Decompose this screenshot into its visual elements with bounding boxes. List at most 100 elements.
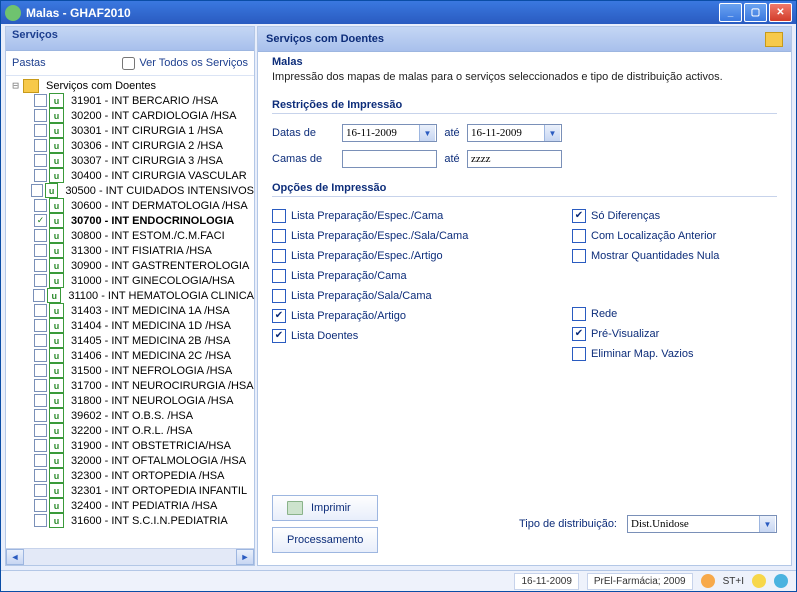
tree-item-checkbox[interactable]: [33, 289, 45, 302]
tree-item-checkbox[interactable]: [34, 154, 47, 167]
document-icon: u: [49, 378, 64, 393]
pastas-label: Pastas: [12, 57, 122, 69]
option-checkbox[interactable]: Mostrar Quantidades Nula: [572, 249, 772, 263]
tree-item[interactable]: u31700 - INT NEUROCIRURGIA /HSA: [10, 378, 254, 393]
tree-item[interactable]: u31600 - INT S.C.I.N.PEDIATRIA: [10, 513, 254, 528]
option-checkbox[interactable]: Eliminar Map. Vazios: [572, 347, 772, 361]
tree-item[interactable]: u31405 - INT MEDICINA 2B /HSA: [10, 333, 254, 348]
main-title: Serviços com Doentes: [266, 33, 384, 45]
option-checkbox[interactable]: ✔Lista Preparação/Artigo: [272, 309, 572, 323]
tree-item[interactable]: u32301 - INT ORTOPEDIA INFANTIL: [10, 483, 254, 498]
tree-item-checkbox[interactable]: [34, 439, 47, 452]
titlebar: Malas - GHAF2010 _ ▢ ✕: [1, 1, 796, 24]
tree-item-checkbox[interactable]: [34, 469, 47, 482]
tree-item-checkbox[interactable]: [34, 424, 47, 437]
tree-item-checkbox[interactable]: [34, 304, 47, 317]
tree-item-checkbox[interactable]: [34, 499, 47, 512]
tree-item[interactable]: u30500 - INT CUIDADOS INTENSIVOS: [10, 183, 254, 198]
tree-item-checkbox[interactable]: [34, 169, 47, 182]
scroll-left-button[interactable]: ◄: [6, 549, 24, 565]
option-checkbox[interactable]: Rede: [572, 307, 772, 321]
tree-item[interactable]: ✓u30700 - INT ENDOCRINOLOGIA: [10, 213, 254, 228]
tree-hscroll[interactable]: ◄ ►: [6, 548, 254, 565]
tree-item[interactable]: u31404 - INT MEDICINA 1D /HSA: [10, 318, 254, 333]
ver-todos-checkbox[interactable]: [122, 57, 135, 70]
tree-root[interactable]: ⊟Serviços com Doentes: [10, 78, 254, 93]
tree-item[interactable]: u31900 - INT OBSTETRICIA/HSA: [10, 438, 254, 453]
option-checkbox[interactable]: Lista Preparação/Espec./Cama: [272, 209, 572, 223]
tree-item-checkbox[interactable]: [34, 514, 47, 527]
tree-item[interactable]: u31000 - INT GINECOLOGIA/HSA: [10, 273, 254, 288]
tree-item[interactable]: u32300 - INT ORTOPEDIA /HSA: [10, 468, 254, 483]
tree-item-checkbox[interactable]: [34, 229, 47, 242]
tree-item[interactable]: u31901 - INT BERCARIO /HSA: [10, 93, 254, 108]
tree-item[interactable]: u31403 - INT MEDICINA 1A /HSA: [10, 303, 254, 318]
camas-to-input[interactable]: [467, 150, 562, 168]
tree-item-checkbox[interactable]: [34, 319, 47, 332]
tree-item[interactable]: u30307 - INT CIRURGIA 3 /HSA: [10, 153, 254, 168]
processamento-button[interactable]: Processamento: [272, 527, 378, 553]
scroll-right-button[interactable]: ►: [236, 549, 254, 565]
info-section: Malas Impressão dos mapas de malas para …: [258, 52, 791, 93]
tree-item-checkbox[interactable]: [34, 199, 47, 212]
camas-from-input[interactable]: [342, 150, 437, 168]
close-button[interactable]: ✕: [769, 3, 792, 22]
date-to-combo[interactable]: 16-11-2009▼: [467, 124, 562, 142]
minimize-button[interactable]: _: [719, 3, 742, 22]
option-checkbox[interactable]: Com Localização Anterior: [572, 229, 772, 243]
tree-item-checkbox[interactable]: [34, 454, 47, 467]
tree-item[interactable]: u31800 - INT NEUROLOGIA /HSA: [10, 393, 254, 408]
tree-item[interactable]: u31100 - INT HEMATOLOGIA CLINICA: [10, 288, 254, 303]
options-section: Lista Preparação/Espec./Cama Lista Prepar…: [258, 199, 791, 361]
tree-item[interactable]: u32400 - INT PEDIATRIA /HSA: [10, 498, 254, 513]
tree-item[interactable]: u30301 - INT CIRURGIA 1 /HSA: [10, 123, 254, 138]
globe-icon[interactable]: [774, 574, 788, 588]
tree-item-checkbox[interactable]: [34, 334, 47, 347]
tree-item[interactable]: u31406 - INT MEDICINA 2C /HSA: [10, 348, 254, 363]
option-checkbox[interactable]: Lista Preparação/Espec./Artigo: [272, 249, 572, 263]
option-checkbox[interactable]: ✔Só Diferenças: [572, 209, 772, 223]
tree-item[interactable]: u30306 - INT CIRURGIA 2 /HSA: [10, 138, 254, 153]
option-checkbox[interactable]: ✔Pré-Visualizar: [572, 327, 772, 341]
tree-item-checkbox[interactable]: [34, 394, 47, 407]
options-header: Opções de Impressão: [258, 174, 791, 199]
date-from-combo[interactable]: 16-11-2009▼: [342, 124, 437, 142]
tree-item[interactable]: u32000 - INT OFTALMOLOGIA /HSA: [10, 453, 254, 468]
tree-item-checkbox[interactable]: [34, 124, 47, 137]
tree-item[interactable]: u30900 - INT GASTRENTEROLOGIA: [10, 258, 254, 273]
tree-item-checkbox[interactable]: [34, 274, 47, 287]
tree-item-checkbox[interactable]: [34, 244, 47, 257]
imprimir-button[interactable]: Imprimir: [272, 495, 378, 521]
services-tree[interactable]: ⊟Serviços com Doentesu31901 - INT BERCAR…: [6, 76, 254, 548]
tree-item-checkbox[interactable]: [34, 364, 47, 377]
tree-item[interactable]: u30600 - INT DERMATOLOGIA /HSA: [10, 198, 254, 213]
tree-item[interactable]: u30800 - INT ESTOM./C.M.FACI: [10, 228, 254, 243]
option-checkbox[interactable]: Lista Preparação/Espec./Sala/Cama: [272, 229, 572, 243]
tree-item-checkbox[interactable]: ✓: [34, 214, 47, 227]
tree-item[interactable]: u30200 - INT CARDIOLOGIA /HSA: [10, 108, 254, 123]
maximize-button[interactable]: ▢: [744, 3, 767, 22]
tree-item-checkbox[interactable]: [34, 409, 47, 422]
tree-item-checkbox[interactable]: [34, 349, 47, 362]
tree-item[interactable]: u32200 - INT O.R.L. /HSA: [10, 423, 254, 438]
dist-combo[interactable]: Dist.Unidose▼: [627, 515, 777, 533]
tree-item-checkbox[interactable]: [34, 94, 47, 107]
tree-item-checkbox[interactable]: [34, 484, 47, 497]
folder-icon[interactable]: [765, 32, 783, 47]
tree-item-checkbox[interactable]: [34, 139, 47, 152]
option-checkbox[interactable]: Lista Preparação/Cama: [272, 269, 572, 283]
chevron-down-icon: ▼: [544, 125, 560, 141]
mail-icon[interactable]: [752, 574, 766, 588]
tree-item[interactable]: u39602 - INT O.B.S. /HSA: [10, 408, 254, 423]
tree-item-checkbox[interactable]: [34, 109, 47, 122]
option-checkbox[interactable]: Lista Preparação/Sala/Cama: [272, 289, 572, 303]
tree-item-checkbox[interactable]: [34, 259, 47, 272]
tree-item-checkbox[interactable]: [34, 379, 47, 392]
tree-item[interactable]: u30400 - INT CIRURGIA VASCULAR: [10, 168, 254, 183]
tree-item-checkbox[interactable]: [31, 184, 43, 197]
tree-item[interactable]: u31500 - INT NEFROLOGIA /HSA: [10, 363, 254, 378]
tree-item[interactable]: u31300 - INT FISIATRIA /HSA: [10, 243, 254, 258]
option-label: Mostrar Quantidades Nula: [591, 250, 719, 262]
option-checkbox[interactable]: ✔Lista Doentes: [272, 329, 572, 343]
document-icon: u: [49, 318, 64, 333]
